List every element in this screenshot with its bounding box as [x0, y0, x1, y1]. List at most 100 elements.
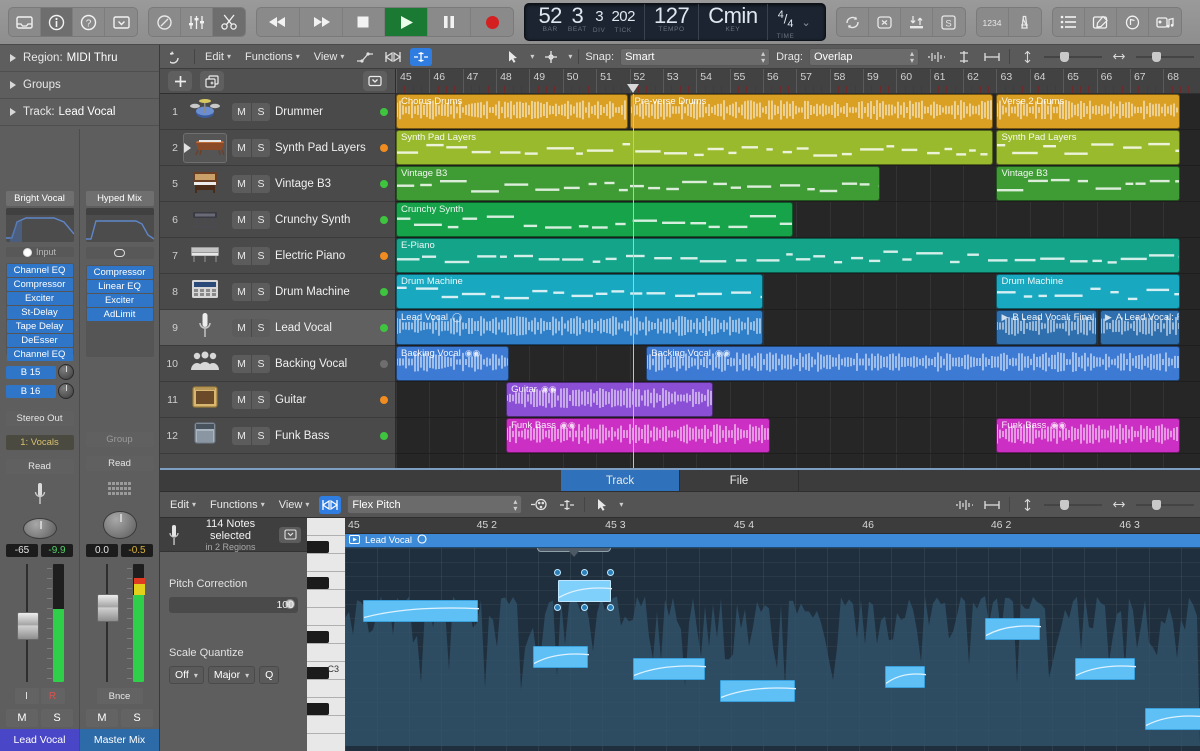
add-track-button[interactable]	[168, 71, 192, 91]
time-handles-icon[interactable]	[528, 496, 550, 514]
horizontal-zoom-icon[interactable]	[981, 48, 1003, 66]
mixer-button[interactable]	[181, 8, 213, 36]
playhead[interactable]	[633, 94, 634, 468]
waveform-icon[interactable]	[925, 48, 947, 66]
tab-file[interactable]: File	[680, 470, 799, 492]
region[interactable]: Drum Machine	[396, 274, 763, 309]
piano-black-key[interactable]	[307, 667, 329, 679]
alignment-guides-icon[interactable]	[556, 496, 578, 514]
region[interactable]: Drum Machine	[996, 274, 1179, 309]
fader-cap[interactable]	[97, 594, 119, 622]
track-header-backing-vocal[interactable]: 10MSBacking Vocal	[160, 346, 395, 382]
list-editors-button[interactable]	[1053, 8, 1085, 36]
region[interactable]: Synth Pad Layers	[396, 130, 993, 165]
track-header-lead-vocal[interactable]: 9MSLead Vocal	[160, 310, 395, 346]
disclosure-triangle-icon[interactable]	[10, 54, 16, 62]
quick-help-button[interactable]: ?	[73, 8, 105, 36]
track-config-button[interactable]	[363, 71, 387, 91]
track-solo-button[interactable]: S	[251, 247, 270, 265]
plugin-slot[interactable]: Exciter	[87, 294, 153, 307]
metronome-button[interactable]	[1009, 8, 1041, 36]
track-header-electric-piano[interactable]: 7MSElectric Piano	[160, 238, 395, 274]
lcd-key-section[interactable]: Cmin KEY	[699, 4, 767, 40]
channel-strip-master-mix[interactable]: Hyped Mix Compressor Linear EQ Exciter A…	[80, 129, 159, 751]
editor-vertical-zoom-slider[interactable]	[1044, 500, 1102, 510]
track-icon-box[interactable]	[183, 133, 227, 163]
track-name[interactable]: Crunchy Synth	[275, 214, 375, 226]
region[interactable]: Vintage B3	[996, 166, 1179, 201]
track-enable-led[interactable]	[380, 144, 388, 152]
chevron-down-icon[interactable]: ▾	[530, 52, 534, 61]
disclosure-triangle-icon[interactable]	[10, 108, 16, 116]
volume-value[interactable]: -0.5	[121, 544, 153, 557]
track-icon-box[interactable]	[183, 205, 227, 235]
track-solo-button[interactable]: S	[251, 427, 270, 445]
track-solo-button[interactable]: S	[251, 139, 270, 157]
track-name[interactable]: Synth Pad Layers	[275, 142, 375, 154]
piano-black-key[interactable]	[307, 577, 329, 589]
pointer-tool-icon[interactable]	[502, 48, 524, 66]
track-enable-led[interactable]	[380, 360, 388, 368]
track-enable-led[interactable]	[380, 288, 388, 296]
solo-button[interactable]: S	[41, 709, 73, 727]
track-header-funk-bass[interactable]: 12MSFunk Bass	[160, 418, 395, 454]
track-solo-button[interactable]: S	[251, 103, 270, 121]
flex-pitch-note[interactable]	[633, 658, 705, 680]
pointer-tool-icon[interactable]	[591, 496, 613, 514]
track-mute-button[interactable]: M	[232, 391, 251, 409]
stepper-icon[interactable]: ▴▾	[910, 50, 914, 64]
editor-menu-view[interactable]: View▾	[275, 499, 314, 511]
marquee-tool-icon[interactable]	[540, 48, 562, 66]
region[interactable]: Funk Bass◉◉	[996, 418, 1179, 453]
track-enable-led[interactable]	[380, 324, 388, 332]
track-solo-button[interactable]: S	[251, 355, 270, 373]
channel-strip-name[interactable]: Lead Vocal	[0, 729, 79, 751]
forward-button[interactable]	[300, 8, 343, 36]
waveform-icon[interactable]	[953, 496, 975, 514]
editor-menu-edit[interactable]: Edit▾	[166, 499, 200, 511]
editor-region-bar[interactable]: Lead Vocal	[345, 534, 1200, 548]
fader-cap[interactable]	[17, 612, 39, 640]
arrange-menu-functions[interactable]: Functions▾	[241, 51, 304, 63]
lcd-position-section[interactable]: 52 BAR 3 BEAT 3 DIV 202 TICK	[529, 4, 645, 40]
region[interactable]: Synth Pad Layers	[996, 130, 1179, 165]
send-level-knob[interactable]	[58, 364, 74, 380]
track-icon-box[interactable]	[183, 421, 227, 451]
piano-black-key[interactable]	[307, 541, 329, 553]
loop-browser-button[interactable]	[1117, 8, 1149, 36]
inspector-region-section[interactable]: Region: MIDI Thru	[0, 45, 159, 72]
note-handle[interactable]	[554, 604, 561, 611]
mute-button[interactable]: M	[86, 709, 118, 727]
send-bus-label[interactable]: B 16	[6, 385, 56, 398]
tab-track[interactable]: Track	[561, 470, 680, 492]
region[interactable]: E-Piano	[396, 238, 1180, 273]
smart-controls-button[interactable]	[149, 8, 181, 36]
track-name[interactable]: Guitar	[275, 394, 375, 406]
flex-pitch-note[interactable]	[1145, 708, 1200, 730]
editor-horizontal-zoom-slider[interactable]	[1136, 500, 1194, 510]
chevron-down-icon[interactable]: ⌄	[798, 16, 815, 29]
note-handle[interactable]	[581, 569, 588, 576]
stop-button[interactable]	[343, 8, 386, 36]
piano-white-key[interactable]	[307, 734, 345, 751]
piano-white-key[interactable]	[307, 644, 345, 662]
track-name[interactable]: Drummer	[275, 106, 375, 118]
region[interactable]: ▶B Lead Vocal: Final Com	[996, 310, 1096, 345]
channel-strip-name[interactable]: Master Mix	[80, 729, 159, 751]
toolbar-button[interactable]	[105, 8, 137, 36]
track-icon-box[interactable]	[183, 169, 227, 199]
region[interactable]: ▶A Lead Vocal: Final Co	[1100, 310, 1180, 345]
plugin-slot[interactable]: DeEsser	[7, 334, 73, 347]
automation-icon[interactable]	[354, 48, 376, 66]
catch-playhead-icon[interactable]	[166, 48, 188, 66]
solo-button[interactable]: S	[121, 709, 153, 727]
pan-value[interactable]: -65	[6, 544, 38, 557]
output-button-2[interactable]	[86, 419, 154, 423]
arrange-menu-view[interactable]: View▾	[310, 51, 349, 63]
eq-curve-graph[interactable]	[86, 208, 154, 242]
inspector-button[interactable]	[41, 8, 73, 36]
piano-white-key[interactable]	[307, 608, 345, 626]
track-enable-led[interactable]	[380, 216, 388, 224]
chevron-down-icon[interactable]: ▾	[619, 500, 623, 509]
plugin-slot[interactable]: Tape Delay	[7, 320, 73, 333]
